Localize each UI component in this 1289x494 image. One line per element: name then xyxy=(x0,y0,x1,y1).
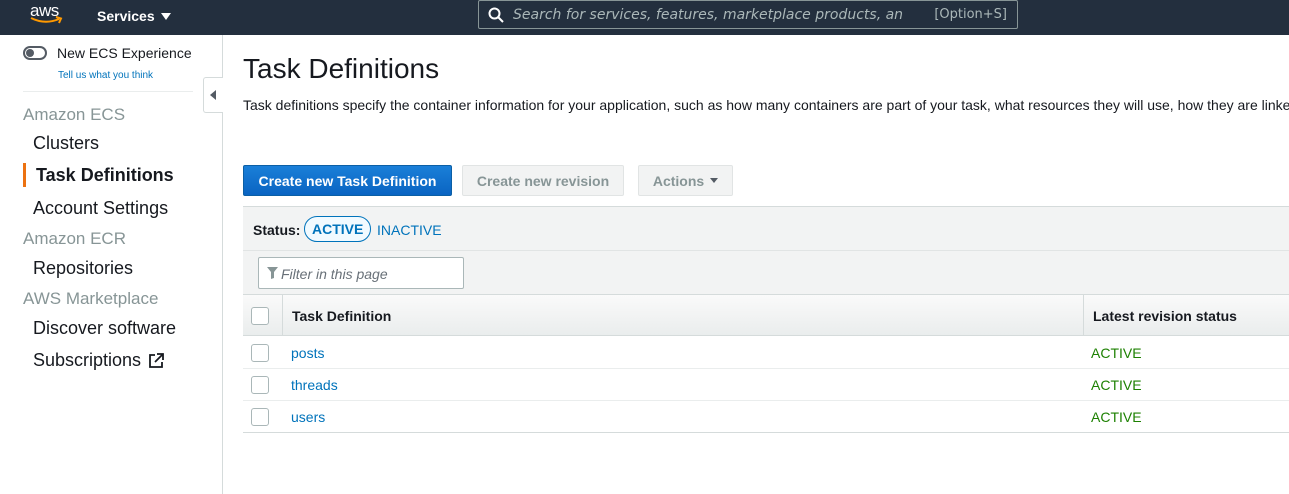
search-input[interactable] xyxy=(513,5,903,25)
top-navigation: aws Services [Option+S] xyxy=(0,0,1289,35)
row-checkbox[interactable] xyxy=(251,408,269,426)
page-description: Task definitions specify the container i… xyxy=(243,97,1289,113)
create-new-revision-button[interactable]: Create new revision xyxy=(462,165,624,196)
feedback-link[interactable]: Tell us what you think xyxy=(58,70,153,81)
sidebar-item-repositories[interactable]: Repositories xyxy=(33,258,133,279)
revision-status: ACTIVE xyxy=(1091,377,1142,393)
caret-down-icon xyxy=(710,178,719,183)
services-label: Services xyxy=(97,8,155,24)
global-search[interactable]: [Option+S] xyxy=(478,0,1018,29)
sidebar-divider xyxy=(23,91,193,92)
status-label: Status: xyxy=(253,222,301,238)
sidebar-collapse-button[interactable] xyxy=(203,77,223,113)
aws-smile-icon xyxy=(30,16,63,24)
task-definition-link[interactable]: threads xyxy=(291,377,338,393)
caret-down-icon xyxy=(160,12,171,20)
status-filter-bar: Status: ACTIVE INACTIVE xyxy=(243,207,1289,251)
filter-funnel-icon xyxy=(267,267,278,279)
sidebar-section-amazon-ecr: Amazon ECR xyxy=(23,229,126,248)
task-definitions-panel: Status: ACTIVE INACTIVE Task Definition … xyxy=(243,206,1289,433)
table-row: threads ACTIVE xyxy=(243,369,1289,401)
sidebar-item-discover-software[interactable]: Discover software xyxy=(33,318,176,339)
actions-label: Actions xyxy=(652,172,705,189)
new-experience-toggle[interactable] xyxy=(23,46,47,60)
sidebar: New ECS Experience Tell us what you thin… xyxy=(0,35,223,494)
row-checkbox[interactable] xyxy=(251,344,269,362)
filter-bar xyxy=(243,251,1289,295)
column-divider xyxy=(1083,295,1084,336)
new-experience-label: New ECS Experience xyxy=(57,45,192,61)
create-task-definition-button[interactable]: Create new Task Definition xyxy=(243,165,452,196)
status-inactive-filter[interactable]: INACTIVE xyxy=(377,222,442,238)
column-header-latest-revision-status[interactable]: Latest revision status xyxy=(1093,308,1237,324)
revision-status: ACTIVE xyxy=(1091,409,1142,425)
table-header: Task Definition Latest revision status xyxy=(243,295,1289,336)
sidebar-section-amazon-ecs: Amazon ECS xyxy=(23,105,126,124)
services-menu-button[interactable]: Services xyxy=(97,8,171,24)
table-row: posts ACTIVE xyxy=(243,337,1289,369)
filter-input[interactable] xyxy=(281,265,456,283)
page-title: Task Definitions xyxy=(243,53,440,84)
actions-dropdown-button[interactable]: Actions xyxy=(638,165,733,196)
aws-logo[interactable]: aws xyxy=(30,1,66,31)
external-link-icon xyxy=(149,352,164,368)
filter-box[interactable] xyxy=(258,257,464,289)
table-row: users ACTIVE xyxy=(243,401,1289,433)
sidebar-item-account-settings[interactable]: Account Settings xyxy=(33,198,168,219)
select-all-cell xyxy=(243,295,283,336)
sidebar-section-aws-marketplace: AWS Marketplace xyxy=(23,289,159,308)
search-icon xyxy=(488,7,504,23)
revision-status: ACTIVE xyxy=(1091,345,1142,361)
new-experience-toggle-row: New ECS Experience xyxy=(23,45,192,61)
task-definition-link[interactable]: posts xyxy=(291,345,324,361)
active-item-indicator xyxy=(23,163,26,187)
main-content: Task Definitions Task definitions specif… xyxy=(243,35,1289,494)
search-shortcut-hint: [Option+S] xyxy=(934,7,1007,22)
sidebar-item-clusters[interactable]: Clusters xyxy=(33,133,99,154)
sidebar-item-subscriptions-label: Subscriptions xyxy=(33,350,142,370)
select-all-checkbox[interactable] xyxy=(251,307,269,325)
task-definition-link[interactable]: users xyxy=(291,409,325,425)
sidebar-item-subscriptions[interactable]: Subscriptions xyxy=(33,350,165,371)
sidebar-item-task-definitions[interactable]: Task Definitions xyxy=(36,165,174,186)
row-checkbox[interactable] xyxy=(251,376,269,394)
column-header-task-definition[interactable]: Task Definition xyxy=(292,308,391,324)
status-active-filter[interactable]: ACTIVE xyxy=(304,216,372,242)
